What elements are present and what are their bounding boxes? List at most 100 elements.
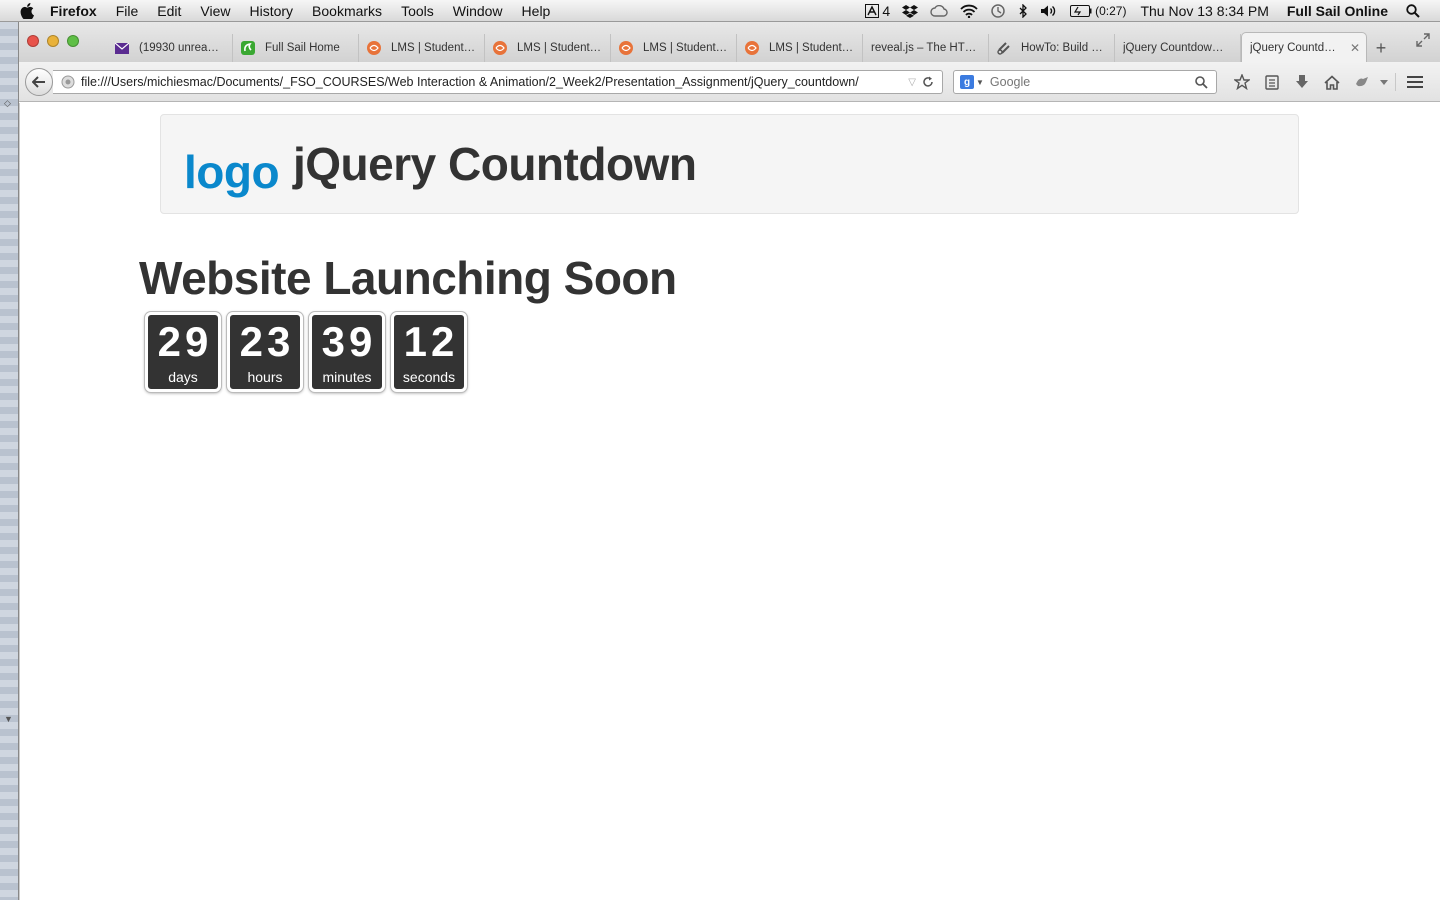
tab-revealjs[interactable]: reveal.js – The HT…: [863, 34, 989, 62]
tab-jquery-countdown-1[interactable]: jQuery Countdow…: [1115, 34, 1241, 62]
tab-label: Full Sail Home: [265, 42, 340, 54]
tab-label: LMS | Student…: [769, 42, 854, 54]
browser-window: (19930 unrea… Full Sail Home LMS | Stude…: [18, 22, 1440, 900]
tab-label: HowTo: Build …: [1021, 42, 1103, 54]
menu-view[interactable]: View: [200, 3, 230, 19]
search-input[interactable]: [989, 75, 1195, 89]
mail-icon: [115, 41, 129, 55]
countdown-seconds-label: seconds: [402, 369, 456, 385]
menu-bookmarks[interactable]: Bookmarks: [312, 3, 382, 19]
fullsail-icon: [241, 41, 255, 55]
countdown-minutes: 39 minutes: [309, 312, 385, 392]
adobe-icon[interactable]: 4: [865, 3, 890, 19]
countdown-hours-value: 23: [239, 318, 295, 365]
tab-close-icon[interactable]: ✕: [1344, 41, 1360, 55]
navigation-toolbar: file:///Users/michiesmac/Documents/_FSO_…: [19, 62, 1440, 102]
countdown-days-value: 29: [157, 318, 213, 365]
url-history-dropdown-icon[interactable]: ▽: [908, 77, 916, 88]
tab-label: jQuery Countd…: [1250, 41, 1336, 54]
url-text[interactable]: file:///Users/michiesmac/Documents/_FSO_…: [81, 75, 902, 89]
tab-label: LMS | Student…: [391, 42, 476, 54]
tab-lms-4[interactable]: LMS | Student…: [737, 34, 863, 62]
lms-icon: [619, 41, 633, 55]
tab-label: LMS | Student…: [517, 42, 602, 54]
bluetooth-icon[interactable]: [1018, 4, 1028, 18]
status-area: 4 (0:27) Thu Nov 13 8:34 PM Full Sail On…: [853, 0, 1440, 22]
window-close-button[interactable]: [27, 35, 39, 47]
wifi-icon[interactable]: [960, 4, 978, 18]
addon-dropdown-icon[interactable]: [1377, 72, 1391, 92]
link-icon: [997, 41, 1011, 55]
tab-lms-1[interactable]: LMS | Student…: [359, 34, 485, 62]
tab-strip: (19930 unrea… Full Sail Home LMS | Stude…: [19, 22, 1440, 62]
apple-icon[interactable]: [18, 2, 36, 19]
tabs: (19930 unrea… Full Sail Home LMS | Stude…: [107, 32, 1395, 62]
hamburger-menu-icon[interactable]: [1400, 72, 1430, 92]
desktop-marker: ▼: [4, 714, 13, 724]
search-bar[interactable]: g ▼: [953, 70, 1217, 94]
desktop-edge: ◇ ▼: [0, 22, 18, 900]
battery-time: (0:27): [1095, 4, 1127, 18]
tab-full-sail-home[interactable]: Full Sail Home: [233, 34, 359, 62]
menu-tools[interactable]: Tools: [401, 3, 434, 19]
tab-label: (19930 unrea…: [139, 42, 219, 54]
tab-jquery-countdown-active[interactable]: jQuery Countd… ✕: [1241, 32, 1367, 62]
countdown-hours: 23 hours: [227, 312, 303, 392]
volume-icon[interactable]: [1040, 4, 1058, 18]
bookmarks-menu-icon[interactable]: [1257, 72, 1287, 92]
countdown-days: 29 days: [145, 312, 221, 392]
window-zoom-button[interactable]: [67, 35, 79, 47]
menu-clock[interactable]: Thu Nov 13 8:34 PM: [1140, 3, 1268, 19]
back-arrow-icon: [32, 76, 45, 88]
creative-cloud-icon[interactable]: [930, 5, 948, 17]
tab-lms-3[interactable]: LMS | Student…: [611, 34, 737, 62]
menu-edit[interactable]: Edit: [157, 3, 181, 19]
menu-help[interactable]: Help: [522, 3, 551, 19]
fullscreen-icon[interactable]: [1416, 33, 1430, 50]
menu-user[interactable]: Full Sail Online: [1287, 3, 1388, 19]
url-bar[interactable]: file:///Users/michiesmac/Documents/_FSO_…: [53, 70, 943, 94]
menu-window[interactable]: Window: [453, 3, 503, 19]
countdown-minutes-label: minutes: [322, 369, 372, 385]
google-engine-icon[interactable]: g: [960, 75, 974, 89]
toolbar-icons: [1227, 72, 1430, 92]
tab-label: reveal.js – The HT…: [871, 42, 977, 54]
downloads-icon[interactable]: [1287, 72, 1317, 92]
new-tab-button[interactable]: +: [1367, 34, 1395, 62]
battery-indicator[interactable]: (0:27): [1070, 4, 1126, 18]
lms-icon: [493, 41, 507, 55]
adobe-count: 4: [882, 3, 891, 19]
content-edge: [19, 103, 20, 900]
home-icon[interactable]: [1317, 72, 1347, 92]
reload-icon[interactable]: [922, 76, 934, 88]
page-content: logo jQuery Countdown Website Launching …: [19, 103, 1440, 900]
menu-bar: Firefox File Edit View History Bookmarks…: [0, 0, 1440, 22]
page-heading: Website Launching Soon: [139, 252, 677, 304]
lms-icon: [367, 41, 381, 55]
tab-mail[interactable]: (19930 unrea…: [107, 34, 233, 62]
tab-howto[interactable]: HowTo: Build …: [989, 34, 1115, 62]
lms-icon: [745, 41, 759, 55]
search-icon[interactable]: [1195, 75, 1208, 89]
countdown-minutes-value: 39: [321, 318, 377, 365]
tab-lms-2[interactable]: LMS | Student…: [485, 34, 611, 62]
bookmark-star-icon[interactable]: [1227, 72, 1257, 92]
time-machine-icon[interactable]: [990, 3, 1006, 19]
menu-app-firefox[interactable]: Firefox: [50, 3, 97, 19]
site-title: jQuery Countdown: [293, 138, 697, 190]
countdown-hours-label: hours: [247, 369, 283, 385]
page-header: logo jQuery Countdown: [160, 114, 1299, 214]
tab-label: jQuery Countdow…: [1123, 42, 1224, 54]
back-button[interactable]: [25, 68, 53, 96]
spotlight-icon[interactable]: [1406, 4, 1420, 18]
site-identity-icon[interactable]: [61, 75, 75, 89]
addon-icon[interactable]: [1347, 72, 1377, 92]
menu-history[interactable]: History: [249, 3, 293, 19]
site-logo[interactable]: logo: [184, 145, 280, 199]
engine-dropdown-icon[interactable]: ▼: [976, 78, 984, 87]
menu-file[interactable]: File: [116, 3, 139, 19]
window-minimize-button[interactable]: [47, 35, 59, 47]
dropbox-icon[interactable]: [902, 4, 919, 18]
desktop-marker: ◇: [4, 98, 11, 108]
countdown-days-label: days: [168, 369, 198, 385]
